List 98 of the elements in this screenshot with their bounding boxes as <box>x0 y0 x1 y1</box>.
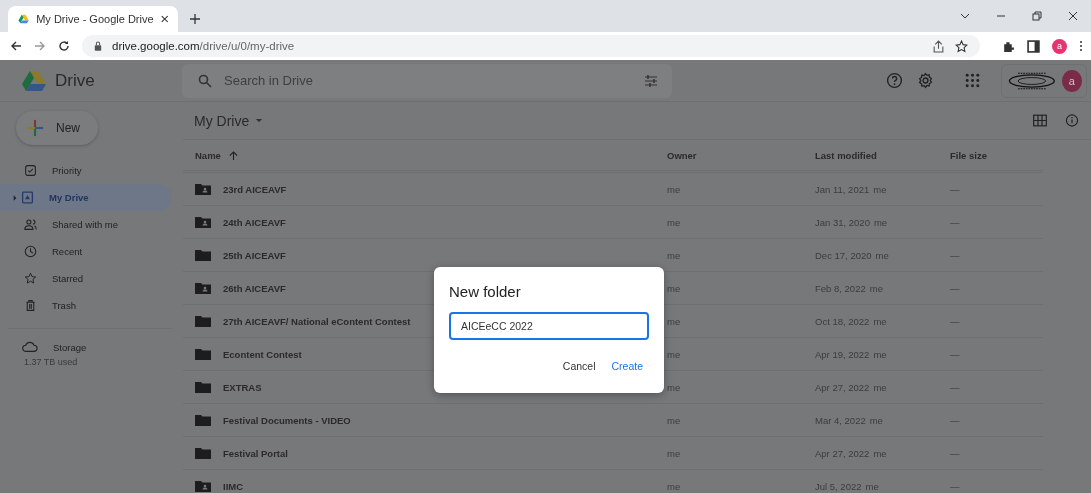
sidebar-item[interactable]: Priority <box>0 157 172 184</box>
file-size: — <box>950 348 960 360</box>
folder-name-field[interactable]: AICEeCC 2022 <box>449 312 649 340</box>
drive-logo-icon <box>22 69 46 92</box>
clock-icon <box>24 245 37 258</box>
file-size: — <box>950 183 960 195</box>
settings-icon[interactable] <box>917 72 934 89</box>
people-icon <box>24 218 37 231</box>
file-size: — <box>950 447 960 459</box>
folder-icon <box>195 315 211 327</box>
grid-view-icon[interactable] <box>1033 114 1047 127</box>
shared-folder-icon <box>195 282 211 294</box>
account-avatar[interactable]: a <box>1061 69 1082 92</box>
modified-by: me <box>873 447 887 459</box>
checkbox-icon <box>24 164 37 177</box>
sidebar-item[interactable]: Recent <box>0 238 172 265</box>
modified-by: me <box>875 249 889 261</box>
forward-arrow-icon <box>34 40 46 52</box>
file-name: Festival Documents - VIDEO <box>223 414 351 426</box>
folder-icon <box>195 348 211 360</box>
trash-icon <box>24 299 37 312</box>
column-header[interactable]: Owner <box>667 149 815 161</box>
search-field[interactable]: Search in Drive <box>182 63 672 98</box>
dropdown-arrow-icon <box>255 118 264 123</box>
modified-by: me <box>873 348 887 360</box>
dialog-title: New folder <box>449 283 522 300</box>
modified-by: me <box>873 315 887 327</box>
shared-folder-icon <box>195 480 211 492</box>
tab-title: My Drive - Google Drive <box>36 13 154 25</box>
modified-date: Dec 17, 2020 <box>815 249 872 261</box>
url-text: drive.google.com/drive/u/0/my-drive <box>112 40 295 52</box>
folder-icon <box>195 447 211 459</box>
sidebar-item[interactable]: My Drive <box>0 184 172 211</box>
filter-sliders-icon[interactable] <box>644 73 658 88</box>
drive-icon <box>21 191 34 204</box>
help-icon[interactable] <box>886 72 903 89</box>
file-name: 26th AICEAVF <box>223 282 286 294</box>
file-size: — <box>950 414 960 426</box>
account-switcher[interactable]: a <box>1001 63 1087 98</box>
plus-icon[interactable] <box>190 14 200 24</box>
new-button[interactable]: New <box>16 111 98 145</box>
cloud-icon <box>22 341 38 353</box>
close-icon[interactable] <box>1068 11 1078 21</box>
file-size: — <box>950 216 960 228</box>
file-size: — <box>950 249 960 261</box>
file-name: Econtent Contest <box>223 348 302 360</box>
folder-icon <box>195 414 211 426</box>
back-arrow-icon[interactable] <box>10 40 22 52</box>
modified-date: Mar 4, 2022 <box>815 414 866 426</box>
more-vert-icon[interactable] <box>1079 40 1083 52</box>
profile-avatar[interactable]: a <box>1052 38 1067 54</box>
file-name: Festival Portal <box>223 447 288 459</box>
sidebar-item[interactable]: Starred <box>0 265 172 292</box>
file-name: EXTRAS <box>223 381 262 393</box>
sort-up-arrow-icon[interactable] <box>228 150 238 160</box>
file-size: — <box>950 480 960 492</box>
star-icon <box>24 272 37 285</box>
puzzle-icon[interactable] <box>1002 39 1015 53</box>
search-icon[interactable] <box>198 73 212 88</box>
info-icon[interactable] <box>1065 114 1079 127</box>
modified-date: Jul 5, 2022 <box>815 480 862 492</box>
shared-folder-icon <box>195 183 211 195</box>
column-header[interactable]: Name <box>183 149 667 161</box>
sidebar-item[interactable]: Shared with me <box>0 211 172 238</box>
sidebar-item[interactable]: Storage <box>0 337 172 357</box>
sidebar-item[interactable]: Trash <box>0 292 172 319</box>
side-panel-icon[interactable] <box>1027 39 1040 53</box>
file-name: 24th AICEAVF <box>223 216 286 228</box>
search-input[interactable]: Search in Drive <box>222 72 634 89</box>
file-size: — <box>950 315 960 327</box>
file-name: 23rd AICEAVF <box>223 183 287 195</box>
browser-tab[interactable]: My Drive - Google Drive <box>8 6 178 32</box>
apps-grid-icon[interactable] <box>964 72 981 89</box>
plus-icon <box>26 119 44 137</box>
folder-icon <box>195 249 211 261</box>
restore-icon[interactable] <box>1032 11 1042 21</box>
caret-icon[interactable] <box>13 194 17 201</box>
star-icon[interactable] <box>955 39 968 53</box>
app-name: Drive <box>55 70 95 91</box>
reload-icon[interactable] <box>58 40 70 52</box>
file-name: IIMC <box>223 480 244 492</box>
share-icon[interactable] <box>932 39 945 53</box>
drive-logo-icon <box>18 13 30 25</box>
column-header[interactable]: File size <box>950 149 1043 161</box>
location-dropdown[interactable]: My Drive <box>183 112 264 129</box>
file-name: 27th AICEAVF/ National eContent Contest <box>223 315 411 327</box>
address-field[interactable]: drive.google.com/drive/u/0/my-drive <box>82 35 980 57</box>
shared-folder-icon <box>195 216 211 228</box>
modified-by: me <box>873 381 887 393</box>
file-size: — <box>950 282 960 294</box>
file-name: 25th AICEAVF <box>223 249 286 261</box>
close-icon[interactable] <box>160 15 168 23</box>
file-size: — <box>950 381 960 393</box>
folder-icon <box>195 381 211 393</box>
modified-by: me <box>865 480 879 492</box>
chevron-down-icon[interactable] <box>960 11 970 21</box>
lock-icon <box>94 41 102 51</box>
column-header[interactable]: Last modified <box>815 149 950 161</box>
